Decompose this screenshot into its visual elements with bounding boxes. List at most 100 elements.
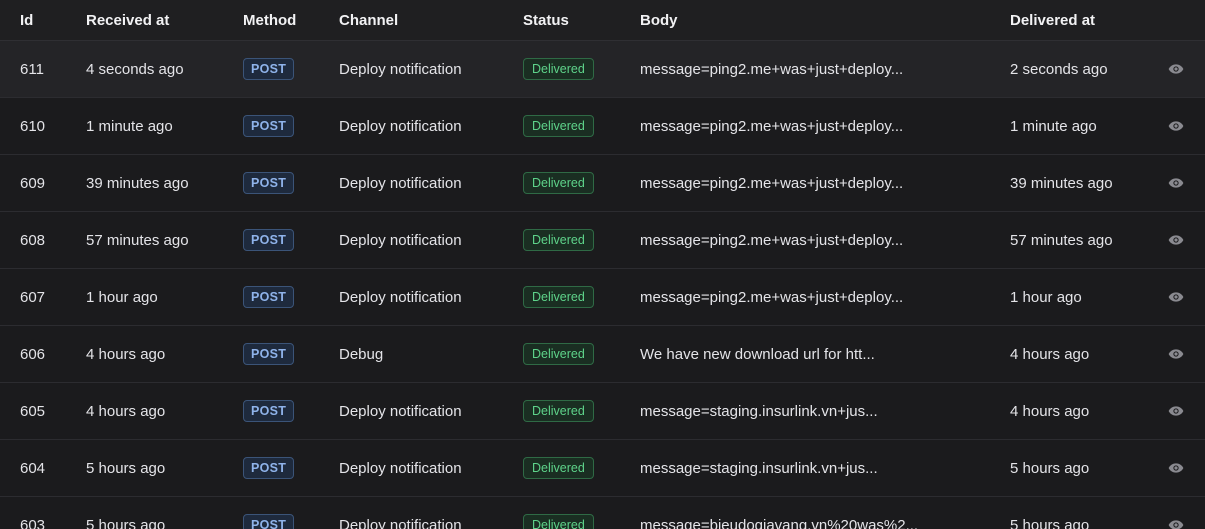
row-received-at: 4 hours ago xyxy=(86,345,166,363)
row-channel: Deploy notification xyxy=(339,60,462,78)
eye-icon[interactable] xyxy=(1168,234,1184,246)
table-row[interactable]: 606 4 hours ago POST Debug Delivered We … xyxy=(0,326,1205,383)
row-id: 603 xyxy=(20,516,46,529)
row-channel: Deploy notification xyxy=(339,459,462,477)
row-channel: Deploy notification xyxy=(339,174,462,192)
row-delivered-at: 5 hours ago xyxy=(1010,459,1090,477)
status-cell: Delivered xyxy=(523,326,633,382)
row-id: 604 xyxy=(20,459,46,477)
row-received-at: 1 hour ago xyxy=(86,288,158,306)
table-header: Id Received at Method Channel Status Bod… xyxy=(0,0,1205,41)
table-row[interactable]: 605 4 hours ago POST Deploy notification… xyxy=(0,383,1205,440)
row-channel: Deploy notification xyxy=(339,402,462,420)
method-badge: POST xyxy=(243,286,295,308)
column-header-delivered-at[interactable]: Delivered at xyxy=(1010,0,1160,40)
status-badge: Delivered xyxy=(523,514,594,529)
table-body: 611 4 seconds ago POST Deploy notificati… xyxy=(0,41,1205,529)
row-delivered-at: 4 hours ago xyxy=(1010,345,1090,363)
row-id: 605 xyxy=(20,402,46,420)
eye-icon[interactable] xyxy=(1168,177,1184,189)
row-channel: Deploy notification xyxy=(339,231,462,249)
column-header-id[interactable]: Id xyxy=(20,0,80,40)
table-row[interactable]: 608 57 minutes ago POST Deploy notificat… xyxy=(0,212,1205,269)
row-id: 609 xyxy=(20,174,46,192)
row-id: 608 xyxy=(20,231,46,249)
row-received-at: 4 hours ago xyxy=(86,402,166,420)
view-button[interactable] xyxy=(1163,326,1189,382)
table-row[interactable]: 607 1 hour ago POST Deploy notification … xyxy=(0,269,1205,326)
view-button[interactable] xyxy=(1163,383,1189,439)
method-badge: POST xyxy=(243,115,295,137)
status-badge: Delivered xyxy=(523,457,594,479)
view-button[interactable] xyxy=(1163,155,1189,211)
row-channel: Deploy notification xyxy=(339,516,462,529)
eye-icon[interactable] xyxy=(1168,405,1184,417)
column-header-received-at[interactable]: Received at xyxy=(86,0,236,40)
table-row[interactable]: 604 5 hours ago POST Deploy notification… xyxy=(0,440,1205,497)
status-badge: Delivered xyxy=(523,58,594,80)
method-badge: POST xyxy=(243,457,295,479)
row-delivered-at: 2 seconds ago xyxy=(1010,60,1108,78)
row-received-at: 1 minute ago xyxy=(86,117,173,135)
row-received-at: 5 hours ago xyxy=(86,459,166,477)
method-badge: POST xyxy=(243,343,295,365)
row-id: 607 xyxy=(20,288,46,306)
row-received-at: 39 minutes ago xyxy=(86,174,189,192)
table-row[interactable]: 611 4 seconds ago POST Deploy notificati… xyxy=(0,41,1205,98)
row-body: message=ping2.me+was+just+deploy... xyxy=(640,231,904,249)
row-delivered-at: 1 hour ago xyxy=(1010,288,1082,306)
row-channel: Debug xyxy=(339,345,384,363)
method-cell: POST xyxy=(243,497,333,529)
eye-icon[interactable] xyxy=(1168,348,1184,360)
row-body: We have new download url for htt... xyxy=(640,345,875,363)
view-button[interactable] xyxy=(1163,269,1189,325)
status-cell: Delivered xyxy=(523,440,633,496)
column-header-body[interactable]: Body xyxy=(640,0,1000,40)
view-button[interactable] xyxy=(1163,41,1189,97)
view-button[interactable] xyxy=(1163,497,1189,529)
method-cell: POST xyxy=(243,326,333,382)
row-body: message=staging.insurlink.vn+jus... xyxy=(640,402,878,420)
eye-icon[interactable] xyxy=(1168,120,1184,132)
status-badge: Delivered xyxy=(523,400,594,422)
status-badge: Delivered xyxy=(523,286,594,308)
row-body: message=ping2.me+was+just+deploy... xyxy=(640,174,904,192)
row-received-at: 57 minutes ago xyxy=(86,231,189,249)
status-cell: Delivered xyxy=(523,212,633,268)
status-cell: Delivered xyxy=(523,497,633,529)
column-header-channel[interactable]: Channel xyxy=(339,0,519,40)
status-cell: Delivered xyxy=(523,98,633,154)
table-row[interactable]: 610 1 minute ago POST Deploy notificatio… xyxy=(0,98,1205,155)
row-channel: Deploy notification xyxy=(339,117,462,135)
status-badge: Delivered xyxy=(523,172,594,194)
method-badge: POST xyxy=(243,400,295,422)
method-badge: POST xyxy=(243,229,295,251)
row-body: message=ping2.me+was+just+deploy... xyxy=(640,60,904,78)
column-header-status[interactable]: Status xyxy=(523,0,633,40)
table-row[interactable]: 603 5 hours ago POST Deploy notification… xyxy=(0,497,1205,529)
eye-icon[interactable] xyxy=(1168,63,1184,75)
view-button[interactable] xyxy=(1163,98,1189,154)
method-badge: POST xyxy=(243,58,295,80)
status-cell: Delivered xyxy=(523,155,633,211)
row-body: message=staging.insurlink.vn+jus... xyxy=(640,459,878,477)
row-body: message=ping2.me+was+just+deploy... xyxy=(640,117,904,135)
method-cell: POST xyxy=(243,440,333,496)
view-button[interactable] xyxy=(1163,212,1189,268)
eye-icon[interactable] xyxy=(1168,291,1184,303)
table-row[interactable]: 609 39 minutes ago POST Deploy notificat… xyxy=(0,155,1205,212)
method-cell: POST xyxy=(243,383,333,439)
eye-icon[interactable] xyxy=(1168,519,1184,529)
eye-icon[interactable] xyxy=(1168,462,1184,474)
requests-table: Id Received at Method Channel Status Bod… xyxy=(0,0,1205,529)
column-header-method[interactable]: Method xyxy=(243,0,333,40)
method-cell: POST xyxy=(243,41,333,97)
status-badge: Delivered xyxy=(523,115,594,137)
row-id: 610 xyxy=(20,117,46,135)
status-cell: Delivered xyxy=(523,41,633,97)
method-badge: POST xyxy=(243,172,295,194)
status-badge: Delivered xyxy=(523,343,594,365)
method-cell: POST xyxy=(243,155,333,211)
view-button[interactable] xyxy=(1163,440,1189,496)
method-cell: POST xyxy=(243,98,333,154)
